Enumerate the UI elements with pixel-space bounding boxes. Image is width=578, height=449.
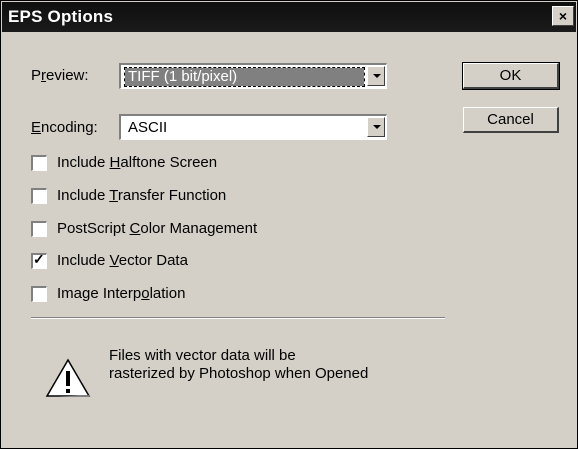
eps-options-dialog: EPS Options × Preview: TIFF (1 bit/pixel… <box>0 0 578 449</box>
cancel-button[interactable]: Cancel <box>463 107 559 133</box>
option-label: Include Transfer Function <box>57 187 227 204</box>
option-label: Include Halftone Screen <box>57 154 218 171</box>
option-color-management[interactable]: PostScript Color Management <box>31 219 257 239</box>
preview-select-value: TIFF (1 bit/pixel) <box>124 67 365 87</box>
dialog-title: EPS Options <box>8 7 114 26</box>
encoding-select[interactable]: ASCII <box>119 114 387 140</box>
separator <box>31 317 445 319</box>
warning-message-line2: rasterized by Photoshop when Opened <box>109 365 369 382</box>
checkbox-transfer-function[interactable] <box>31 188 47 204</box>
chevron-down-icon[interactable] <box>367 117 385 137</box>
checkbox-color-management[interactable] <box>31 221 47 237</box>
title-bar: EPS Options × <box>2 2 576 32</box>
warning-message-line1: Files with vector data will be <box>109 347 296 364</box>
warning-message: Files with vector data will be rasterize… <box>109 347 368 383</box>
option-vector-data[interactable]: Include Vector Data <box>31 251 188 271</box>
checkbox-image-interpolation[interactable] <box>31 286 47 302</box>
close-icon: × <box>558 8 568 24</box>
close-button[interactable]: × <box>552 6 574 26</box>
option-label: PostScript Color Management <box>57 220 258 237</box>
option-label: Image Interpolation <box>57 285 186 302</box>
chevron-down-icon[interactable] <box>367 66 385 86</box>
encoding-select-value: ASCII <box>128 119 168 136</box>
option-label: Include Vector Data <box>57 252 188 269</box>
ok-button[interactable]: OK <box>462 62 560 90</box>
encoding-label: Encoding: <box>31 119 98 136</box>
option-transfer-function[interactable]: Include Transfer Function <box>31 186 226 206</box>
option-image-interpolation[interactable]: Image Interpolation <box>31 284 185 304</box>
warning-triangle-icon <box>45 358 91 397</box>
preview-select[interactable]: TIFF (1 bit/pixel) <box>119 63 387 89</box>
checkbox-vector-data[interactable] <box>31 251 47 269</box>
preview-label: Preview: <box>31 67 89 84</box>
checkbox-halftone-screen[interactable] <box>31 155 47 171</box>
option-halftone-screen[interactable]: Include Halftone Screen <box>31 153 217 173</box>
